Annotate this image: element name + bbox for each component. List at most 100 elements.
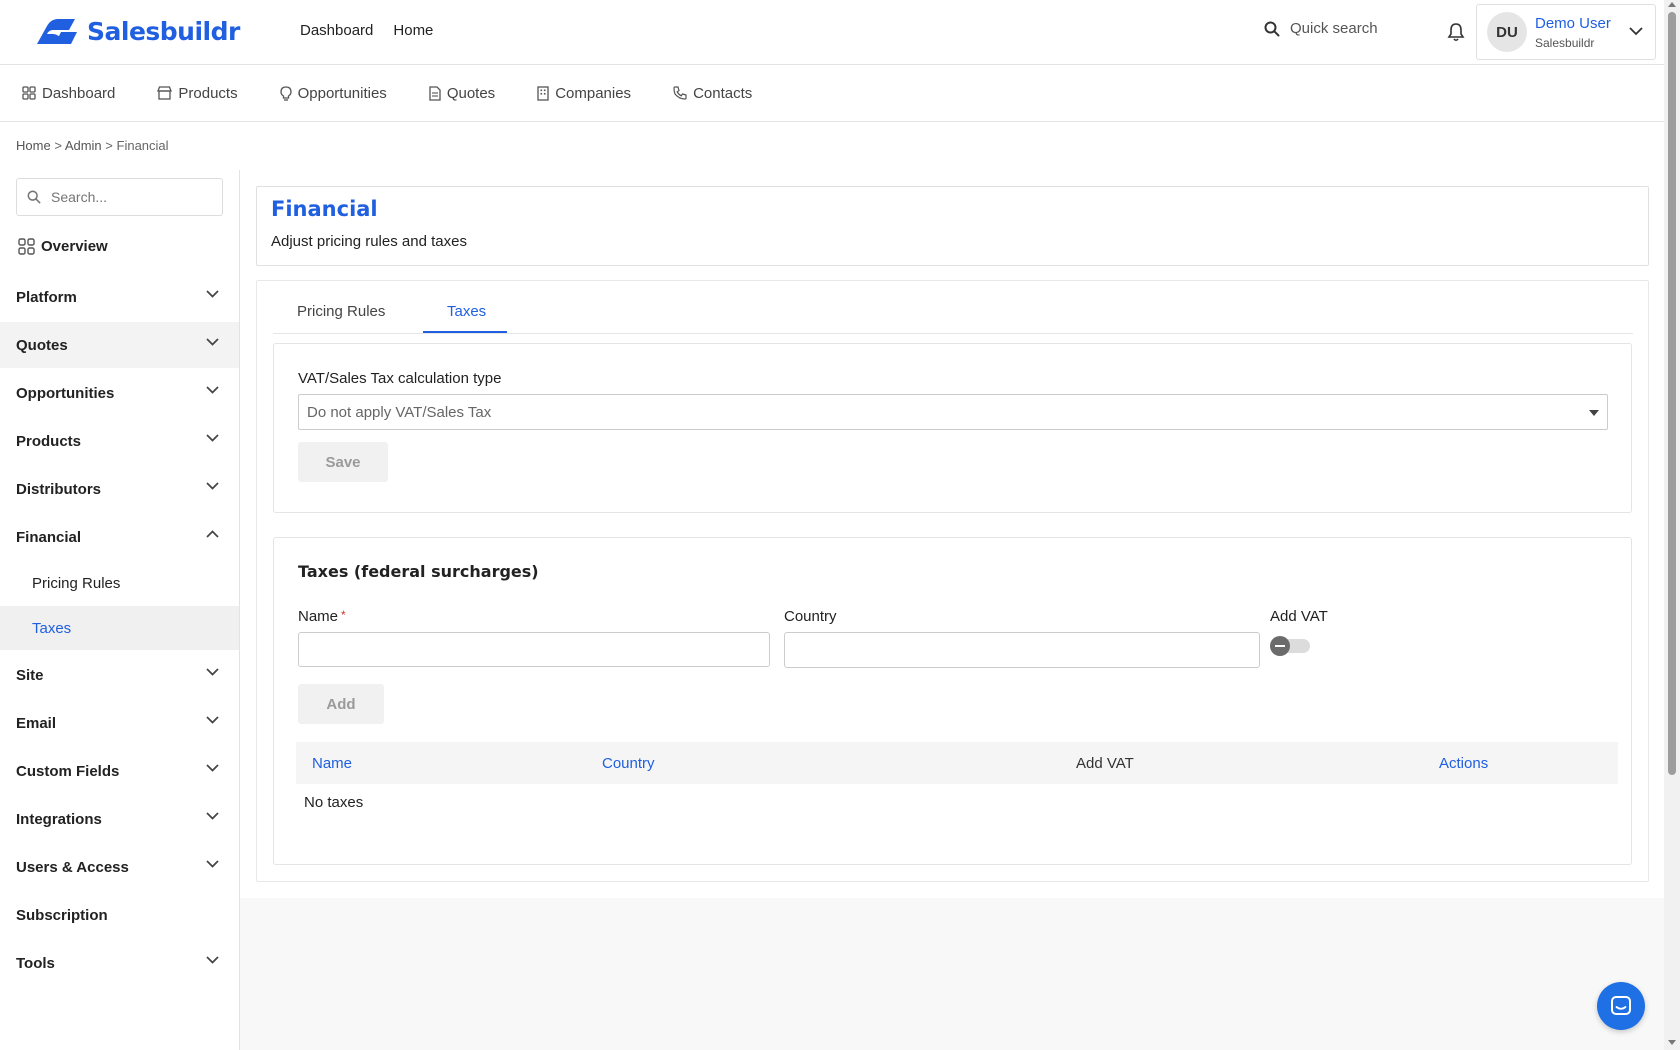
sidebar-search[interactable] [16,178,223,216]
add-vat-label: Add VAT [1270,608,1328,625]
tax-country-label: Country [784,608,837,625]
grid-icon [22,86,36,100]
sidebar-item-overview[interactable]: Overview [18,238,108,255]
sidebar-item-subscription[interactable]: Subscription [0,892,239,938]
sidebar-item-label: Products [16,432,82,450]
chat-icon [1611,996,1631,1015]
sidebar-item-site[interactable]: Site [0,652,239,698]
breadcrumb-current: Financial [116,138,169,153]
add-vat-toggle[interactable] [1270,636,1310,656]
taxes-card: Taxes (federal surcharges) Name * Country… [273,537,1632,865]
topnav-home[interactable]: Home [393,22,433,39]
chevron-down-icon [206,764,219,772]
sidebar: Overview Platform Quotes Opportunities P… [0,170,240,1050]
tax-name-label-text: Name [298,608,339,625]
page-scrollbar[interactable] [1664,0,1680,1050]
taxes-table-header: Name Country Add VAT Actions [296,742,1618,784]
bell-icon[interactable] [1447,22,1465,42]
building-icon [537,85,549,101]
sidebar-item-email[interactable]: Email [0,700,239,746]
vat-type-select[interactable]: Do not apply VAT/Sales Tax [298,394,1608,430]
sidebar-item-label: Distributors [16,480,102,498]
user-org: Salesbuildr [1535,35,1595,50]
column-header-name[interactable]: Name [312,755,352,772]
nav-companies[interactable]: Companies [537,85,631,102]
nav-contacts[interactable]: Contacts [673,85,752,102]
save-button[interactable]: Save [298,442,388,482]
scrollbar-thumb[interactable] [1668,12,1676,775]
sidebar-item-label: Quotes [16,336,68,354]
breadcrumb-home[interactable]: Home [16,138,51,153]
phone-icon [673,86,687,100]
sidebar-subitem-taxes[interactable]: Taxes [0,606,239,650]
sidebar-item-label: Email [16,714,57,732]
sidebar-item-tools[interactable]: Tools [0,940,239,986]
vat-settings-card: VAT/Sales Tax calculation type Do not ap… [273,343,1632,513]
breadcrumb-admin[interactable]: Admin [65,138,102,153]
page-subtitle: Adjust pricing rules and taxes [271,233,467,250]
sidebar-item-label: Site [16,666,44,684]
vat-type-selected: Do not apply VAT/Sales Tax [307,403,492,421]
sidebar-item-custom-fields[interactable]: Custom Fields [0,748,239,794]
nav-products[interactable]: Products [157,84,238,102]
main-footer-area [240,898,1664,1050]
nav-quotes[interactable]: Quotes [429,85,495,102]
sidebar-item-label: Users & Access [16,858,129,876]
main-nav: Dashboard Products Opportunities Quotes [0,65,1664,122]
add-tax-button[interactable]: Add [298,684,384,724]
column-header-add-vat: Add VAT [1076,755,1134,772]
store-icon [157,86,173,100]
tax-name-label: Name * [298,608,346,625]
tab-taxes[interactable]: Taxes [447,303,486,320]
sidebar-item-opportunities[interactable]: Opportunities [0,370,239,416]
grid-icon [18,238,35,255]
chevron-down-icon [206,716,219,724]
sidebar-item-platform[interactable]: Platform [0,274,239,320]
lightbulb-icon [279,85,292,101]
quick-search-label: Quick search [1290,20,1378,37]
sidebar-item-products[interactable]: Products [0,418,239,464]
chat-launcher-button[interactable] [1597,982,1645,1030]
brand-name: Salesbuildr [87,16,240,46]
sidebar-subitem-pricing-rules[interactable]: Pricing Rules [0,561,239,605]
nav-quotes-label: Quotes [446,84,496,102]
taxes-section-title: Taxes (federal surcharges) [298,562,539,581]
sidebar-item-integrations[interactable]: Integrations [0,796,239,842]
chevron-down-icon [206,290,219,298]
page-header-card: Financial Adjust pricing rules and taxes [256,186,1649,266]
brand-logo[interactable]: Salesbuildr [33,16,240,46]
breadcrumb-separator: > [105,138,113,153]
sidebar-item-quotes[interactable]: Quotes [0,322,239,368]
nav-products-label: Products [178,84,238,102]
taxes-empty-state: No taxes [304,794,364,811]
scroll-down-arrow-icon[interactable] [1668,1040,1676,1045]
chevron-down-icon [1629,27,1643,36]
toggle-off-icon [1270,636,1290,656]
page-title: Financial [271,197,378,221]
quick-search[interactable]: Quick search [1264,20,1378,37]
top-nav: Dashboard Home [300,22,433,39]
sidebar-item-distributors[interactable]: Distributors [0,466,239,512]
sidebar-search-input[interactable] [51,189,201,205]
sidebar-item-financial[interactable]: Financial [0,514,239,560]
sidebar-item-overview-label: Overview [41,238,108,255]
brand-mark-icon [37,19,77,44]
user-menu[interactable]: DU Demo User Salesbuildr [1476,4,1656,60]
scroll-up-arrow-icon[interactable] [1668,2,1676,7]
nav-opportunities[interactable]: Opportunities [279,85,387,102]
chevron-down-icon [206,482,219,490]
avatar: DU [1487,12,1527,52]
search-icon [1264,21,1280,36]
tab-pricing-rules[interactable]: Pricing Rules [297,303,385,320]
tab-bar: Pricing Rules Taxes [273,281,1633,334]
chevron-up-icon [206,530,219,538]
topnav-dashboard[interactable]: Dashboard [300,22,373,39]
column-header-country[interactable]: Country [602,755,655,772]
column-header-actions[interactable]: Actions [1439,755,1488,772]
nav-dashboard[interactable]: Dashboard [22,85,115,102]
tax-name-input[interactable] [298,632,770,667]
tax-country-input[interactable] [784,632,1260,668]
chevron-down-icon [206,338,219,346]
sidebar-item-users-access[interactable]: Users & Access [0,844,239,890]
sidebar-item-label: Opportunities [16,384,115,402]
